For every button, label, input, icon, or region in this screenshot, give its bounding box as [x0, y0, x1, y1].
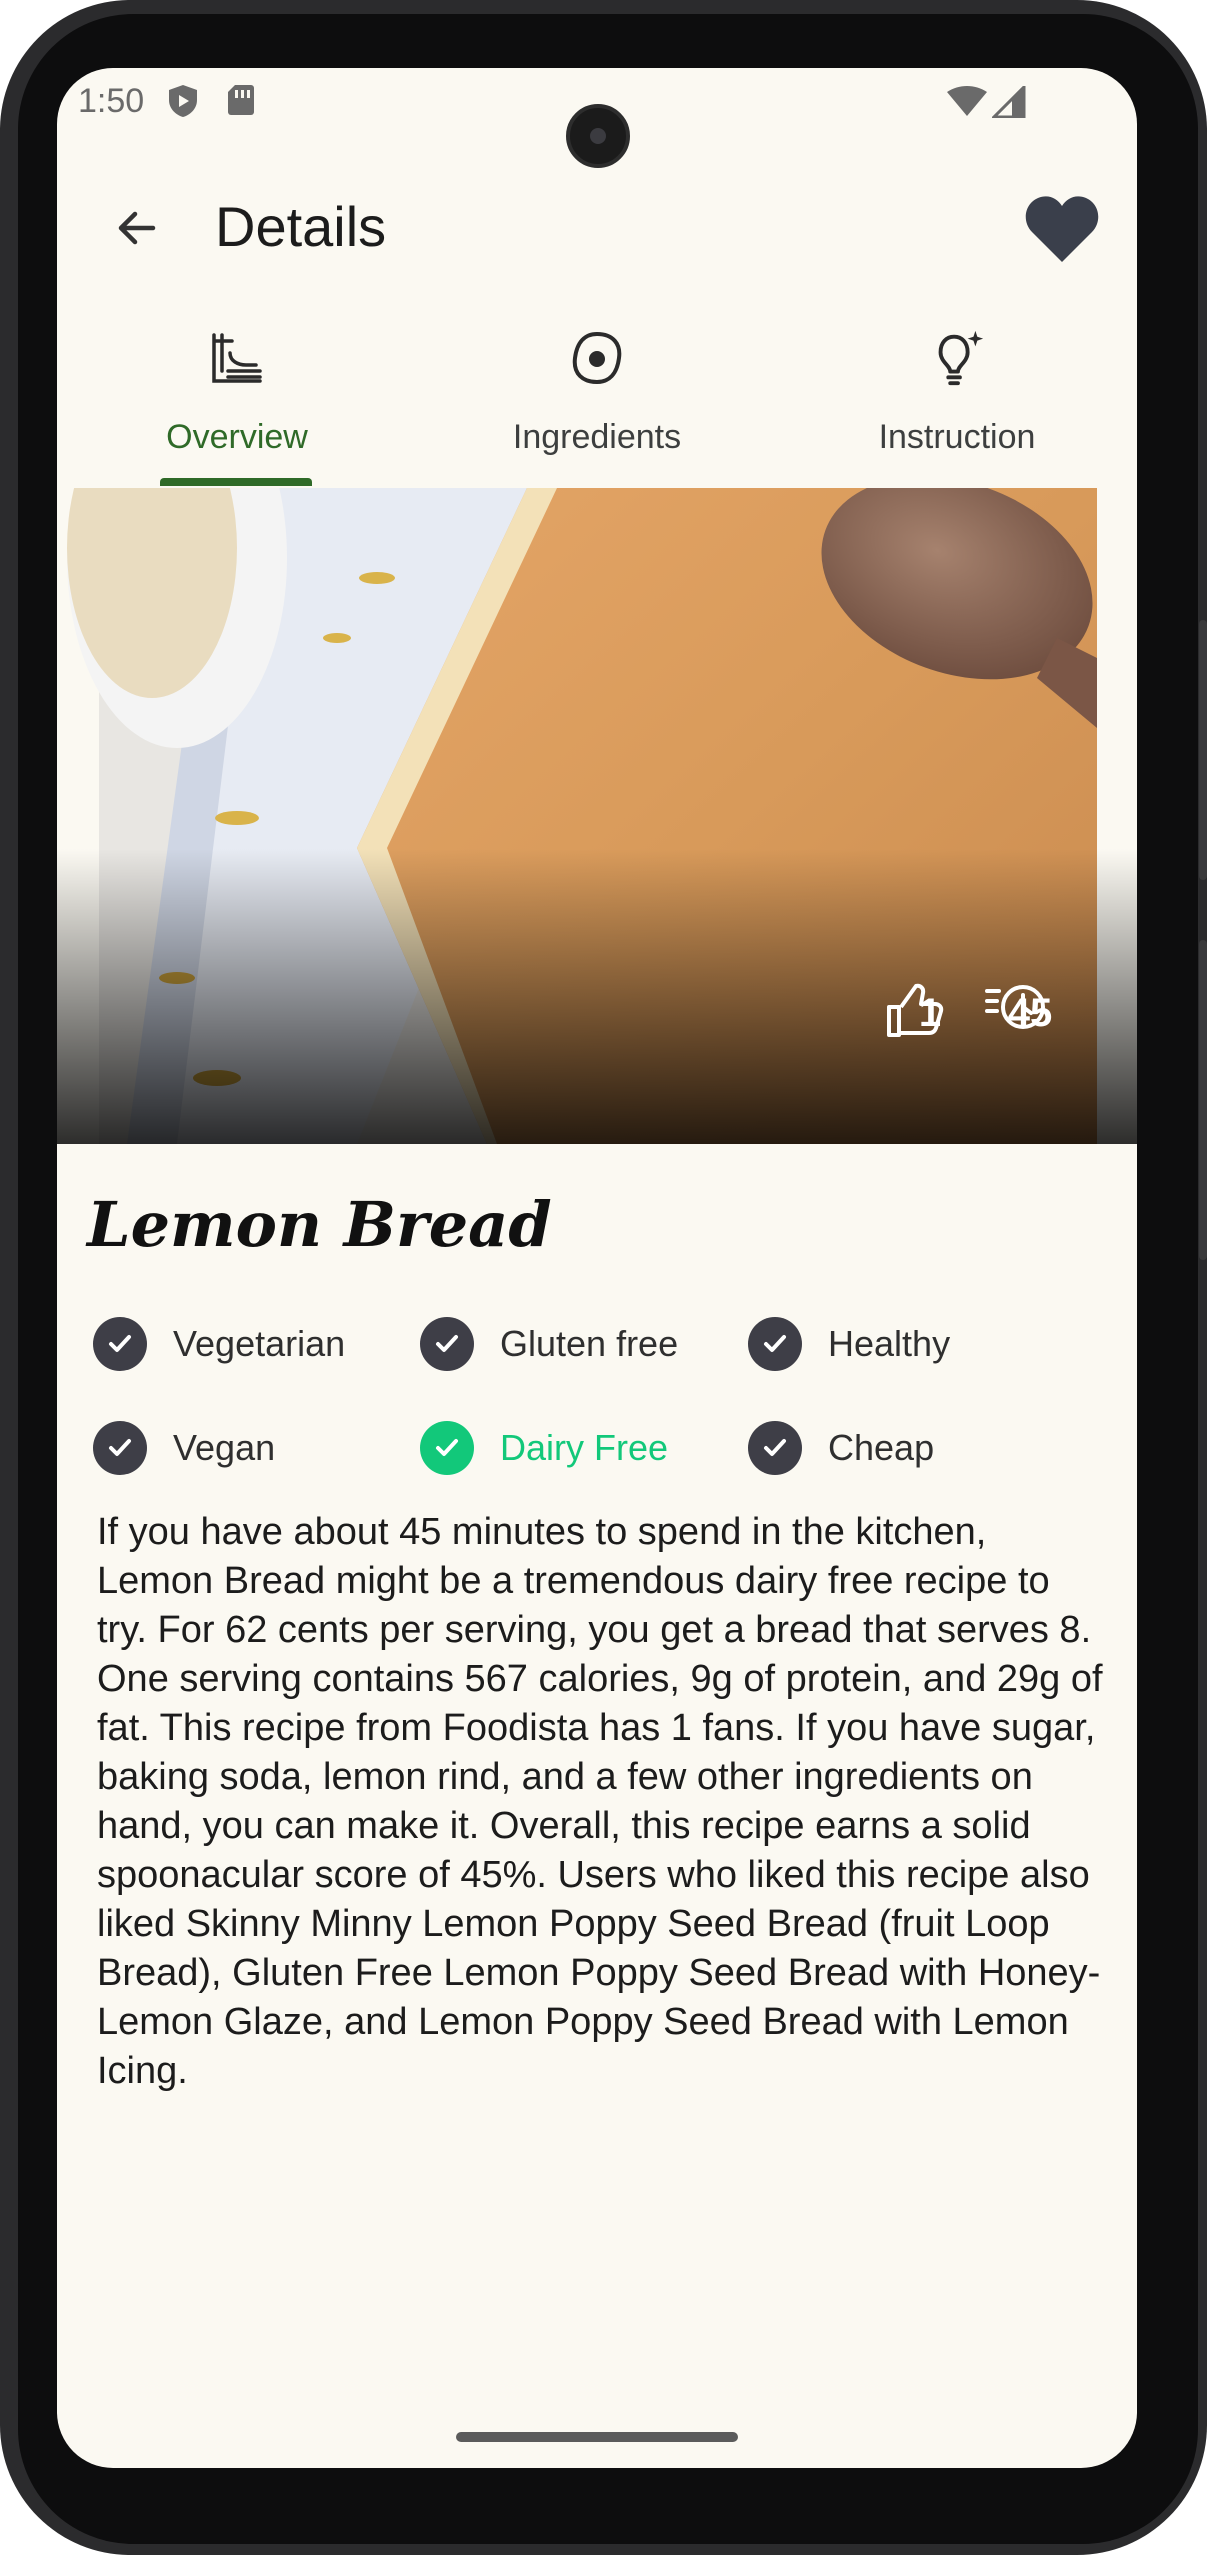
table-icon — [207, 328, 267, 388]
check-circle-icon — [420, 1317, 474, 1371]
badge-label: Gluten free — [500, 1323, 679, 1364]
badge-gluten-free: Gluten free — [420, 1314, 678, 1374]
tab-overview[interactable]: Overview — [57, 318, 417, 488]
back-button[interactable] — [97, 188, 177, 268]
tab-label: Overview — [166, 418, 308, 456]
badge-label: Healthy — [828, 1323, 951, 1364]
top-app-bar: Details — [57, 168, 1137, 288]
check-circle-icon — [748, 1421, 802, 1475]
heart-icon — [1025, 196, 1099, 262]
badge-vegan: Vegan — [93, 1418, 275, 1478]
badge-healthy: Healthy — [748, 1314, 950, 1374]
page-title: Details — [215, 195, 387, 258]
check-circle-icon — [93, 1317, 147, 1371]
clock-icon — [985, 985, 1045, 1029]
thumb-up-icon — [887, 983, 944, 1037]
recipe-image: 1 45 — [57, 488, 1137, 1144]
tab-label: Ingredients — [512, 418, 682, 456]
badge-label: Vegan — [173, 1427, 276, 1468]
badge-dairy-free: Dairy Free — [420, 1418, 668, 1478]
recipe-summary: If you have about 45 minutes to spend in… — [97, 1511, 1103, 2092]
recipe-title: Lemon Bread — [87, 1188, 552, 1261]
wifi-icon — [947, 86, 987, 121]
lightbulb-icon — [927, 328, 987, 388]
arrow-back-icon — [118, 211, 156, 245]
gesture-nav-handle[interactable] — [456, 2432, 738, 2442]
active-tab-indicator — [160, 478, 312, 486]
lemon-bread-photo — [57, 488, 1137, 1144]
badge-vegetarian: Vegetarian — [93, 1314, 345, 1374]
check-circle-icon — [93, 1421, 147, 1475]
front-camera — [566, 104, 630, 168]
check-circle-icon — [420, 1421, 474, 1475]
power-button — [1199, 620, 1207, 880]
egg-icon — [567, 328, 627, 388]
status-time: 1:50 — [78, 82, 145, 120]
likes-stat: 1 — [885, 983, 975, 1037]
badge-cheap: Cheap — [748, 1418, 934, 1478]
signal-icon — [990, 83, 1026, 123]
badge-label: Cheap — [828, 1427, 935, 1468]
volume-button — [1199, 940, 1207, 1260]
check-circle-icon — [748, 1317, 802, 1371]
shield-icon — [167, 84, 199, 123]
tab-ingredients[interactable]: Ingredients — [417, 318, 777, 488]
tab-label: Instruction — [878, 418, 1036, 456]
tab-instruction[interactable]: Instruction — [777, 318, 1137, 488]
badge-label: Vegetarian — [173, 1323, 346, 1364]
sim-card-icon — [227, 84, 255, 121]
tab-row: Overview Ingredients Instruction — [57, 318, 1137, 488]
badge-label: Dairy Free — [500, 1427, 669, 1468]
favorite-button[interactable] — [1017, 184, 1107, 274]
screen: 1:50 Details Overview Ingredients Instru… — [57, 68, 1137, 2468]
phone-frame: 1:50 Details Overview Ingredients Instru… — [0, 0, 1207, 2555]
time-stat: 45 — [985, 983, 1075, 1036]
